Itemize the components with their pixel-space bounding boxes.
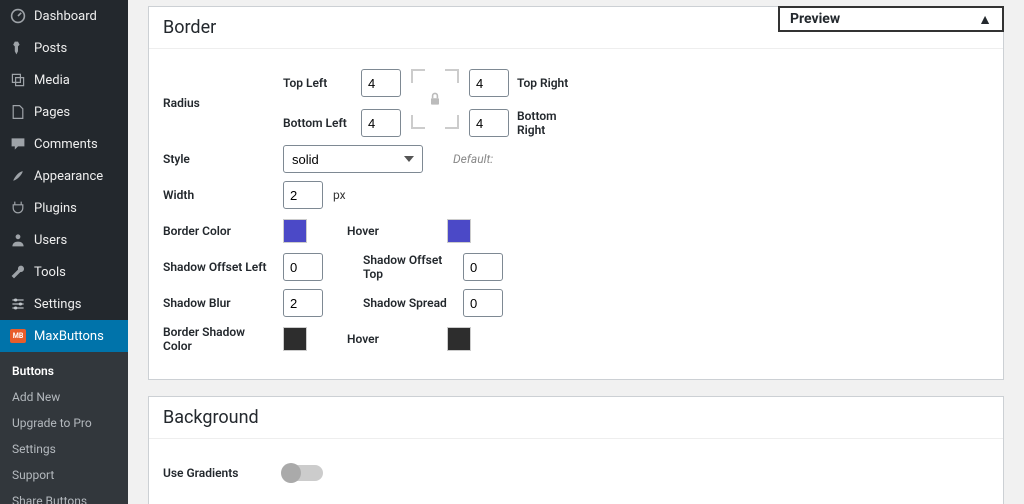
brush-icon: [10, 168, 26, 184]
sidebar-item-comments[interactable]: Comments: [0, 128, 128, 160]
dashboard-icon: [10, 8, 26, 24]
wrench-icon: [10, 264, 26, 280]
radius-top-left-input[interactable]: [361, 69, 401, 97]
sidebar-label: Settings: [34, 297, 81, 312]
plug-icon: [10, 200, 26, 216]
radius-top-right-input[interactable]: [469, 69, 509, 97]
users-icon: [10, 232, 26, 248]
submenu-upgrade[interactable]: Upgrade to Pro: [0, 410, 128, 436]
shadow-color-swatch[interactable]: [283, 327, 307, 351]
chevron-up-icon: ▲: [978, 11, 992, 28]
sliders-icon: [10, 296, 26, 312]
background-panel-title: Background: [149, 397, 1003, 439]
sidebar-item-appearance[interactable]: Appearance: [0, 160, 128, 192]
maxbuttons-icon: MB: [10, 328, 26, 344]
sidebar-label: Plugins: [34, 201, 77, 216]
preview-label: Preview: [790, 11, 840, 27]
preview-toggle[interactable]: Preview ▲: [778, 6, 1004, 32]
sidebar-label: Appearance: [34, 169, 103, 184]
sidebar-item-users[interactable]: Users: [0, 224, 128, 256]
bottom-left-label: Bottom Left: [283, 116, 353, 130]
sidebar-label: Dashboard: [34, 9, 97, 24]
background-panel: Background Use Gradients Start Backgroun…: [148, 396, 1004, 504]
sidebar-item-dashboard[interactable]: Dashboard: [0, 0, 128, 32]
shadow-offset-top-label: Shadow Offset Top: [363, 253, 453, 281]
border-style-select[interactable]: solid: [283, 145, 423, 173]
shadow-spread-label: Shadow Spread: [363, 296, 453, 310]
submenu-settings[interactable]: Settings: [0, 436, 128, 462]
use-gradients-toggle[interactable]: [283, 465, 323, 481]
shadow-offset-left-label: Shadow Offset Left: [163, 260, 273, 274]
style-label: Style: [163, 152, 273, 166]
sidebar-item-tools[interactable]: Tools: [0, 256, 128, 288]
submenu-share[interactable]: Share Buttons: [0, 488, 128, 504]
use-gradients-label: Use Gradients: [163, 466, 273, 480]
top-right-label: Top Right: [517, 76, 587, 90]
radius-label: Radius: [163, 96, 273, 110]
sidebar-label: Tools: [34, 265, 66, 280]
sidebar-label: Media: [34, 73, 70, 88]
sidebar-item-pages[interactable]: Pages: [0, 96, 128, 128]
border-width-input[interactable]: [283, 181, 323, 209]
sidebar-label: Pages: [34, 105, 70, 120]
border-panel: Border Radius Top Left Bottom Left: [148, 6, 1004, 380]
shadow-offset-top-input[interactable]: [463, 253, 503, 281]
media-icon: [10, 72, 26, 88]
bottom-right-label: Bottom Right: [517, 109, 587, 137]
shadow-offset-left-input[interactable]: [283, 253, 323, 281]
sidebar-item-plugins[interactable]: Plugins: [0, 192, 128, 224]
radius-bottom-left-input[interactable]: [361, 109, 401, 137]
admin-sidebar: Dashboard Posts Media Pages Comments App…: [0, 0, 128, 504]
border-hover-swatch[interactable]: [447, 219, 471, 243]
top-left-label: Top Left: [283, 76, 353, 90]
submenu-support[interactable]: Support: [0, 462, 128, 488]
shadow-spread-input[interactable]: [463, 289, 503, 317]
sidebar-item-media[interactable]: Media: [0, 64, 128, 96]
pin-icon: [10, 40, 26, 56]
sidebar-label: Posts: [34, 41, 67, 56]
radius-lock-button[interactable]: [411, 69, 459, 129]
sidebar-item-posts[interactable]: Posts: [0, 32, 128, 64]
shadow-hover-swatch[interactable]: [447, 327, 471, 351]
sidebar-label: Comments: [34, 137, 98, 152]
sidebar-label: Users: [34, 233, 67, 248]
sidebar-item-maxbuttons[interactable]: MB MaxButtons: [0, 320, 128, 352]
shadow-blur-input[interactable]: [283, 289, 323, 317]
border-color-swatch[interactable]: [283, 219, 307, 243]
main-content: Preview ▲ Border Radius Top Left: [128, 0, 1024, 504]
shadow-hover-label: Hover: [347, 332, 437, 346]
sidebar-submenu: Buttons Add New Upgrade to Pro Settings …: [0, 352, 128, 504]
radius-bottom-right-input[interactable]: [469, 109, 509, 137]
default-hint: Default:: [453, 152, 493, 166]
width-label: Width: [163, 188, 273, 202]
comments-icon: [10, 136, 26, 152]
shadow-blur-label: Shadow Blur: [163, 296, 273, 310]
border-shadow-color-label: Border Shadow Color: [163, 325, 273, 353]
border-color-label: Border Color: [163, 224, 273, 238]
border-hover-label: Hover: [347, 224, 437, 238]
sidebar-item-settings[interactable]: Settings: [0, 288, 128, 320]
submenu-buttons[interactable]: Buttons: [0, 358, 128, 384]
width-unit: px: [333, 188, 346, 202]
submenu-add-new[interactable]: Add New: [0, 384, 128, 410]
sidebar-label: MaxButtons: [34, 329, 104, 344]
page-icon: [10, 104, 26, 120]
